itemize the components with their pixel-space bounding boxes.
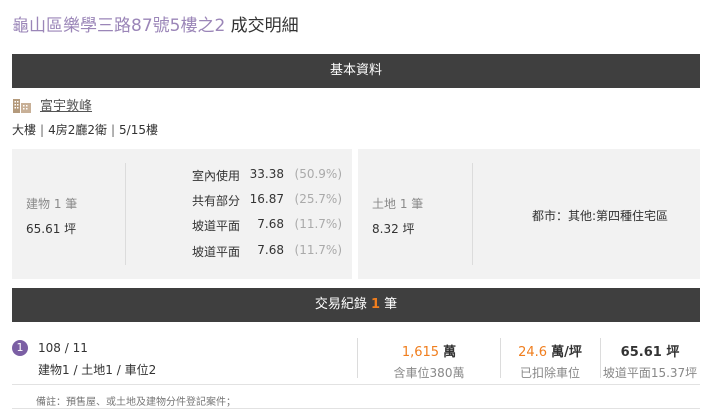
building-part-row: 坡道平面 7.68 (11.7%) — [192, 217, 342, 233]
page-title: 龜山區樂學三路87號5樓之2 成交明細 — [12, 11, 299, 36]
record-date: 108 / 11 — [38, 341, 88, 355]
record-area: 65.61 坪 — [620, 345, 680, 360]
community-row: 富宇敦峰 — [12, 95, 92, 114]
zoning-info: 都市：其他:第四種住宅區 — [532, 209, 669, 223]
record-area-note: 坡道平面15.37坪 — [602, 366, 698, 380]
total-price-unit: 萬 — [443, 345, 457, 360]
transactions-title: 交易紀錄 — [314, 297, 367, 312]
building-part-row: 室內使用 33.38 (50.9%) — [192, 167, 342, 183]
divider — [12, 408, 700, 409]
divider — [125, 163, 126, 265]
land-area: 8.32 坪 — [372, 222, 415, 236]
building-icon — [13, 98, 31, 113]
spec-separator: | — [40, 123, 45, 137]
room-layout: 4房2廳2衛 — [48, 123, 107, 137]
total-price: 1,615 — [401, 345, 440, 360]
divider — [12, 384, 700, 385]
building-part-row: 共有部分 16.87 (25.7%) — [192, 192, 342, 208]
community-name-link[interactable]: 富宇敦峰 — [40, 95, 92, 114]
address-title: 龜山區樂學三路87號5樓之2 — [12, 16, 226, 36]
total-price-note: 含車位380萬 — [393, 366, 465, 380]
floor-info: 5/15樓 — [119, 123, 158, 137]
unit-specs: 大樓 | 4房2廳2衛 | 5/15樓 — [12, 121, 158, 138]
transactions-title-suffix: 筆 — [384, 297, 398, 312]
unit-price-note: 已扣除車位 — [519, 366, 580, 380]
building-part-row: 坡道平面 7.68 (11.7%) — [192, 243, 342, 259]
building-count-label: 建物 1 筆 — [26, 197, 78, 211]
title-suffix: 成交明細 — [230, 16, 299, 36]
transactions-count: 1 — [370, 297, 381, 312]
spec-separator: | — [110, 123, 116, 137]
record-detail: 建物1 / 土地1 / 車位2 — [38, 363, 157, 377]
divider — [357, 338, 358, 378]
unit-price-unit: 萬/坪 — [551, 345, 582, 360]
land-panel: 土地 1 筆 8.32 坪 都市：其他:第四種住宅區 — [358, 149, 700, 279]
divider — [500, 338, 501, 378]
building-type: 大樓 — [12, 123, 37, 137]
divider — [472, 163, 473, 265]
building-area: 65.61 坪 — [26, 222, 77, 236]
total-price-col: 1,615 萬 含車位380萬 — [370, 341, 488, 381]
transactions-bar: 交易紀錄 1 筆 — [12, 288, 700, 322]
record-note: 備註：預售屋、或土地及建物分件登記案件； — [36, 397, 236, 408]
unit-price: 24.6 — [518, 345, 548, 360]
record-index-badge: 1 — [12, 340, 28, 356]
building-panel: 建物 1 筆 65.61 坪 室內使用 33.38 (50.9%) 共有部分 1… — [12, 149, 352, 279]
basic-info-bar: 基本資料 — [12, 54, 700, 88]
area-col: 65.61 坪 坡道平面15.37坪 — [600, 341, 700, 381]
basic-info-title: 基本資料 — [329, 63, 382, 78]
land-count-label: 土地 1 筆 — [372, 197, 424, 211]
unit-price-col: 24.6 萬/坪 已扣除車位 — [502, 341, 598, 381]
